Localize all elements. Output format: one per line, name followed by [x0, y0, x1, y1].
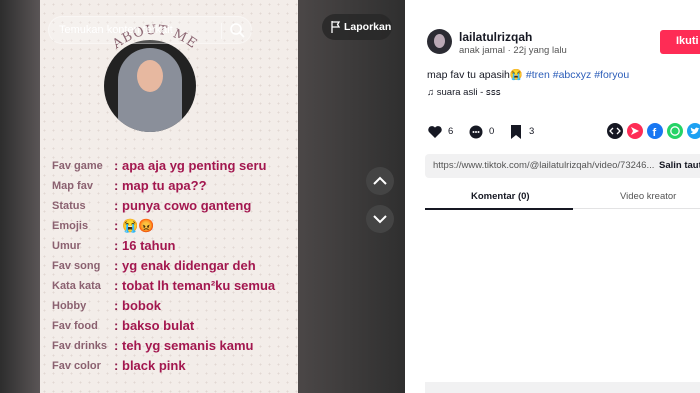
music-link[interactable]: ♫ suara asli - ꜱꜱꜱ [427, 87, 501, 98]
share-link-url[interactable]: https://www.tiktok.com/@lailatulrizqah/v… [433, 160, 654, 171]
comment-tabs: Komentar (0) Video kreator [425, 185, 700, 209]
tab-creator-videos[interactable]: Video kreator [620, 191, 676, 202]
search-input[interactable]: Temukan konten terkait [59, 24, 173, 36]
about-me-value: apa aja yg penting seru [122, 158, 267, 173]
hashtag-link[interactable]: #abcxyz [553, 69, 592, 81]
about-me-colon: : [114, 278, 119, 293]
facebook-icon[interactable]: f [647, 123, 663, 139]
post-time: 22j yang lalu [513, 45, 567, 56]
share-link-box: https://www.tiktok.com/@lailatulrizqah/v… [425, 154, 700, 178]
tab-comments[interactable]: Komentar (0) [471, 191, 530, 202]
like-count: 6 [448, 126, 454, 137]
about-me-colon: : [114, 338, 119, 353]
next-video-button[interactable] [366, 205, 394, 233]
about-me-value: bobok [122, 298, 161, 313]
about-me-colon: : [114, 258, 119, 273]
report-button[interactable]: Laporkan [322, 14, 392, 40]
about-me-colon: : [114, 178, 119, 193]
comment-button[interactable]: 0 [468, 124, 494, 140]
music-title: suara asli - ꜱꜱꜱ [436, 87, 501, 98]
video-blur-left [0, 0, 40, 393]
about-me-value: yg enak didengar deh [122, 258, 256, 273]
profile-photo [104, 40, 196, 132]
music-icon: ♫ [427, 87, 437, 98]
video-frame[interactable]: ABOUT ME [40, 0, 298, 393]
whatsapp-icon[interactable] [667, 123, 683, 139]
author-username[interactable]: lailatulrizqah [459, 30, 532, 44]
search-divider [221, 23, 222, 39]
post-caption: map fav tu apasih😭 #tren #abcxyz #foryou [427, 68, 629, 81]
author-avatar[interactable] [427, 29, 452, 54]
caption-text: map fav tu apasih😭 [427, 69, 523, 81]
active-tab-indicator [425, 208, 573, 210]
about-me-value: 😭😡 [122, 218, 155, 233]
chevron-up-icon [373, 176, 387, 185]
about-me-key: Umur [52, 240, 81, 252]
about-me-key: Emojis [52, 220, 89, 232]
about-me-colon: : [114, 158, 119, 173]
video-blur-right [298, 0, 405, 393]
about-me-value: punya cowo ganteng [122, 198, 252, 213]
send-icon[interactable] [627, 123, 643, 139]
author-meta: anak jamal · 22j yang lalu [459, 45, 567, 56]
follow-button[interactable]: Ikuti [660, 30, 700, 54]
about-me-key: Fav food [52, 320, 98, 332]
about-me-key: Fav color [52, 360, 101, 372]
chevron-down-icon [373, 215, 387, 224]
like-button[interactable]: 6 [427, 124, 453, 140]
comment-icon [469, 125, 483, 139]
about-me-key: Kata kata [52, 280, 101, 292]
svg-text:f: f [653, 127, 657, 139]
comment-count: 0 [489, 126, 495, 137]
about-me-colon: : [114, 318, 119, 333]
heart-icon [428, 126, 442, 138]
bookmark-icon [511, 125, 521, 139]
about-me-value: black pink [122, 358, 186, 373]
copy-link-button[interactable]: Salin tautan [659, 160, 700, 171]
twitter-icon[interactable] [687, 123, 700, 139]
about-me-colon: : [114, 358, 119, 373]
hashtag-link[interactable]: #tren [526, 69, 550, 81]
search-bar[interactable]: Temukan konten terkait [48, 16, 252, 44]
about-me-value: 16 tahun [122, 238, 176, 253]
meta-separator: · [507, 45, 511, 56]
embed-icon[interactable] [607, 123, 623, 139]
previous-video-button[interactable] [366, 167, 394, 195]
about-me-colon: : [114, 218, 119, 233]
about-me-key: Hobby [52, 300, 87, 312]
save-button[interactable]: 3 [508, 124, 534, 140]
about-me-key: Fav game [52, 160, 103, 172]
follow-label: Ikuti [676, 35, 699, 47]
author-display-name: anak jamal [459, 45, 505, 56]
about-me-key: Fav drinks [52, 340, 108, 352]
about-me-value: bakso bulat [122, 318, 195, 333]
comment-input-area[interactable] [425, 382, 700, 393]
about-me-value: teh yg semanis kamu [122, 338, 254, 353]
save-count: 3 [529, 126, 535, 137]
about-me-value: tobat lh teman²ku semua [122, 278, 276, 293]
report-label: Laporkan [344, 21, 392, 33]
about-me-key: Map fav [52, 180, 93, 192]
about-me-value: map tu apa?? [122, 178, 207, 193]
about-me-colon: : [114, 198, 119, 213]
about-me-colon: : [114, 238, 119, 253]
about-me-colon: : [114, 298, 119, 313]
about-me-key: Status [52, 200, 86, 212]
search-icon[interactable] [229, 22, 245, 38]
video-stage[interactable]: ABOUT ME Fav game: apa aja yg penting ser… [0, 0, 405, 393]
about-me-key: Fav song [52, 260, 101, 272]
hashtag-link[interactable]: #foryou [594, 69, 629, 81]
flag-icon [331, 21, 341, 33]
